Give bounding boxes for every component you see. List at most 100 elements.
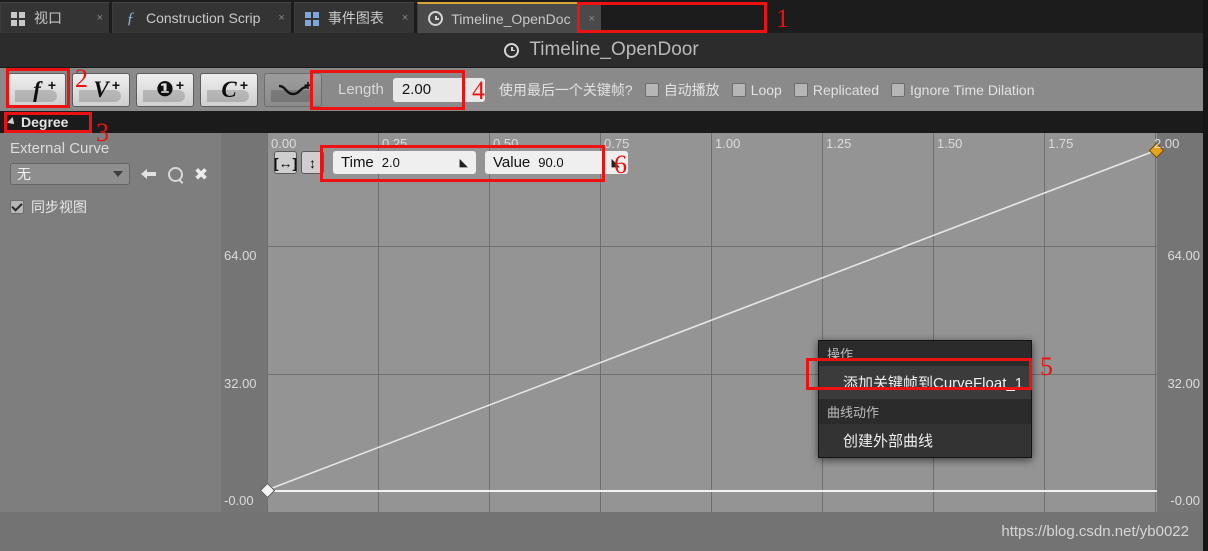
- dropdown-value: 无: [17, 166, 31, 182]
- time-label: Time: [341, 154, 374, 171]
- use-selected-asset-icon[interactable]: [141, 167, 157, 181]
- annotation-number-2: 2: [75, 64, 88, 93]
- curve-graph[interactable]: 0.00 0.25 0.50 0.75 1.00 1.25 1.50 1.75 …: [221, 133, 1203, 512]
- watermark: https://blog.csdn.net/yb0022: [1001, 523, 1189, 540]
- autoplay-checkbox[interactable]: [644, 82, 659, 97]
- add-color-track-button[interactable]: C +: [200, 72, 258, 107]
- plus-icon: +: [239, 76, 248, 93]
- tab-close-icon[interactable]: ×: [392, 12, 408, 24]
- grid-icon: [11, 11, 26, 26]
- timeline-title-bar: Timeline_OpenDoor: [0, 33, 1203, 68]
- plus-icon: +: [175, 76, 184, 93]
- tab-label: Construction Scrip: [146, 10, 261, 26]
- y-tick-label-left: 32.00: [224, 376, 257, 391]
- plus-icon: +: [303, 76, 312, 93]
- grid-blue-icon: [304, 11, 320, 26]
- add-float-track-button[interactable]: f +: [8, 72, 66, 107]
- sync-view-checkbox[interactable]: [10, 200, 24, 214]
- context-item-create-external-curve[interactable]: 创建外部曲线: [819, 424, 1031, 457]
- x-tick-label: 0.50: [493, 136, 519, 151]
- x-tick-label: 0.25: [382, 136, 408, 151]
- time-input[interactable]: Time 2.0 ◣: [333, 151, 476, 174]
- track-name: Degree: [21, 114, 69, 130]
- option-label: Replicated: [812, 81, 879, 98]
- option-autoplay[interactable]: 自动播放: [644, 80, 720, 100]
- y-axis-right-gutter: [1157, 133, 1203, 512]
- tab-close-icon[interactable]: ×: [579, 13, 595, 25]
- context-section-curve-actions: 曲线动作: [819, 399, 1031, 424]
- function-icon: ƒ: [126, 9, 135, 27]
- tab-event-graph[interactable]: 事件图表 ×: [293, 2, 416, 33]
- sync-view-label: 同步视图: [31, 199, 87, 215]
- keyframe-edit-row: [↔] ↕ Time 2.0 ◣ Value 90.0 ◣: [274, 151, 628, 174]
- tab-close-icon[interactable]: ×: [87, 12, 103, 24]
- timeline-toolbar: f + V + ❶ + C + + Length 2.00 使用最后一个关键帧?…: [0, 68, 1203, 111]
- context-section-operations: 操作: [819, 341, 1031, 366]
- time-value: 2.0: [381, 155, 400, 170]
- timeline-editor-window: 视口 × ƒ Construction Scrip × 事件图表 × Timel…: [0, 0, 1208, 551]
- tab-construction-script[interactable]: ƒ Construction Scrip ×: [112, 2, 292, 33]
- tab-timeline-opendoor[interactable]: Timeline_OpenDoc ×: [417, 2, 603, 33]
- fit-vertical-button[interactable]: ↕: [301, 151, 324, 174]
- external-curve-row: 无 ✖: [10, 163, 211, 185]
- clear-icon[interactable]: ✖: [194, 166, 208, 183]
- plus-icon: +: [111, 76, 120, 93]
- external-curve-label: External Curve: [10, 140, 110, 157]
- clock-icon: [504, 42, 520, 58]
- chevron-down-icon: [113, 171, 123, 177]
- annotation-number-5: 5: [1040, 352, 1053, 381]
- x-tick-label: 1.25: [826, 136, 852, 151]
- annotation-number-6: 6: [614, 150, 627, 179]
- track-header-degree[interactable]: Degree: [0, 111, 1203, 133]
- y-tick-label-right: 64.00: [1167, 248, 1200, 263]
- y-axis-left-gutter: [221, 133, 267, 512]
- spinner-icon[interactable]: ◣: [446, 156, 468, 169]
- plus-icon: +: [47, 76, 56, 93]
- x-tick-label: 1.50: [937, 136, 963, 151]
- x-tick-label: 2.00: [1154, 136, 1180, 151]
- ignore-time-dilation-checkbox[interactable]: [891, 82, 905, 97]
- track-properties-panel: External Curve 无 ✖ 同步视图: [0, 133, 221, 512]
- x-tick-label: 0.00: [271, 136, 297, 151]
- value-input[interactable]: Value 90.0 ◣: [485, 151, 628, 174]
- timeline-options: 使用最后一个关键帧? 自动播放 Loop Replicated Ignore T…: [499, 80, 1035, 100]
- add-event-track-button[interactable]: ❶ +: [136, 72, 194, 107]
- replicated-checkbox[interactable]: [793, 82, 808, 97]
- y-tick-label-right: 32.00: [1167, 376, 1200, 391]
- option-replicated[interactable]: Replicated: [793, 81, 879, 98]
- y-tick-label-left: -0.00: [224, 493, 254, 508]
- external-curve-dropdown[interactable]: 无: [10, 163, 130, 185]
- option-label: Ignore Time Dilation: [910, 81, 1035, 98]
- x-tick-label: 0.75: [604, 136, 630, 151]
- footer-bar: https://blog.csdn.net/yb0022: [0, 512, 1203, 551]
- option-loop[interactable]: Loop: [731, 81, 782, 98]
- y-tick-label-right: -0.00: [1170, 493, 1200, 508]
- value-value: 90.0: [538, 155, 564, 170]
- length-label: Length: [338, 81, 384, 98]
- tab-bar: 视口 × ƒ Construction Scrip × 事件图表 × Timel…: [0, 0, 1203, 33]
- value-label: Value: [493, 154, 531, 171]
- y-tick-label-left: 64.00: [224, 248, 257, 263]
- loop-checkbox[interactable]: [731, 82, 746, 97]
- tab-viewport[interactable]: 视口 ×: [0, 2, 110, 33]
- annotation-number-1: 1: [776, 4, 789, 33]
- page-title: Timeline_OpenDoor: [529, 39, 699, 60]
- expand-triangle-icon[interactable]: [7, 117, 17, 127]
- sync-view-row[interactable]: 同步视图: [10, 197, 211, 217]
- context-item-add-keyframe[interactable]: 添加关键帧到CurveFloat_1: [819, 366, 1031, 399]
- option-ignore-time-dilation[interactable]: Ignore Time Dilation: [891, 82, 1035, 98]
- add-external-curve-track-button[interactable]: +: [264, 72, 322, 107]
- tab-label: Timeline_OpenDoc: [451, 10, 571, 27]
- fit-horizontal-button[interactable]: [↔]: [274, 151, 297, 174]
- tab-label: 视口: [34, 10, 62, 26]
- length-control: Length 2.00: [338, 77, 485, 102]
- browse-icon[interactable]: [168, 166, 183, 182]
- clock-icon: [428, 11, 444, 26]
- annotation-number-3: 3: [96, 118, 109, 147]
- use-last-keyframe-label: 使用最后一个关键帧?: [498, 81, 633, 98]
- x-tick-label: 1.00: [715, 136, 741, 151]
- curve-context-menu: 操作 添加关键帧到CurveFloat_1 曲线动作 创建外部曲线: [818, 340, 1032, 458]
- annotation-number-4: 4: [472, 76, 485, 105]
- tab-close-icon[interactable]: ×: [268, 12, 284, 24]
- option-label: Loop: [750, 81, 782, 98]
